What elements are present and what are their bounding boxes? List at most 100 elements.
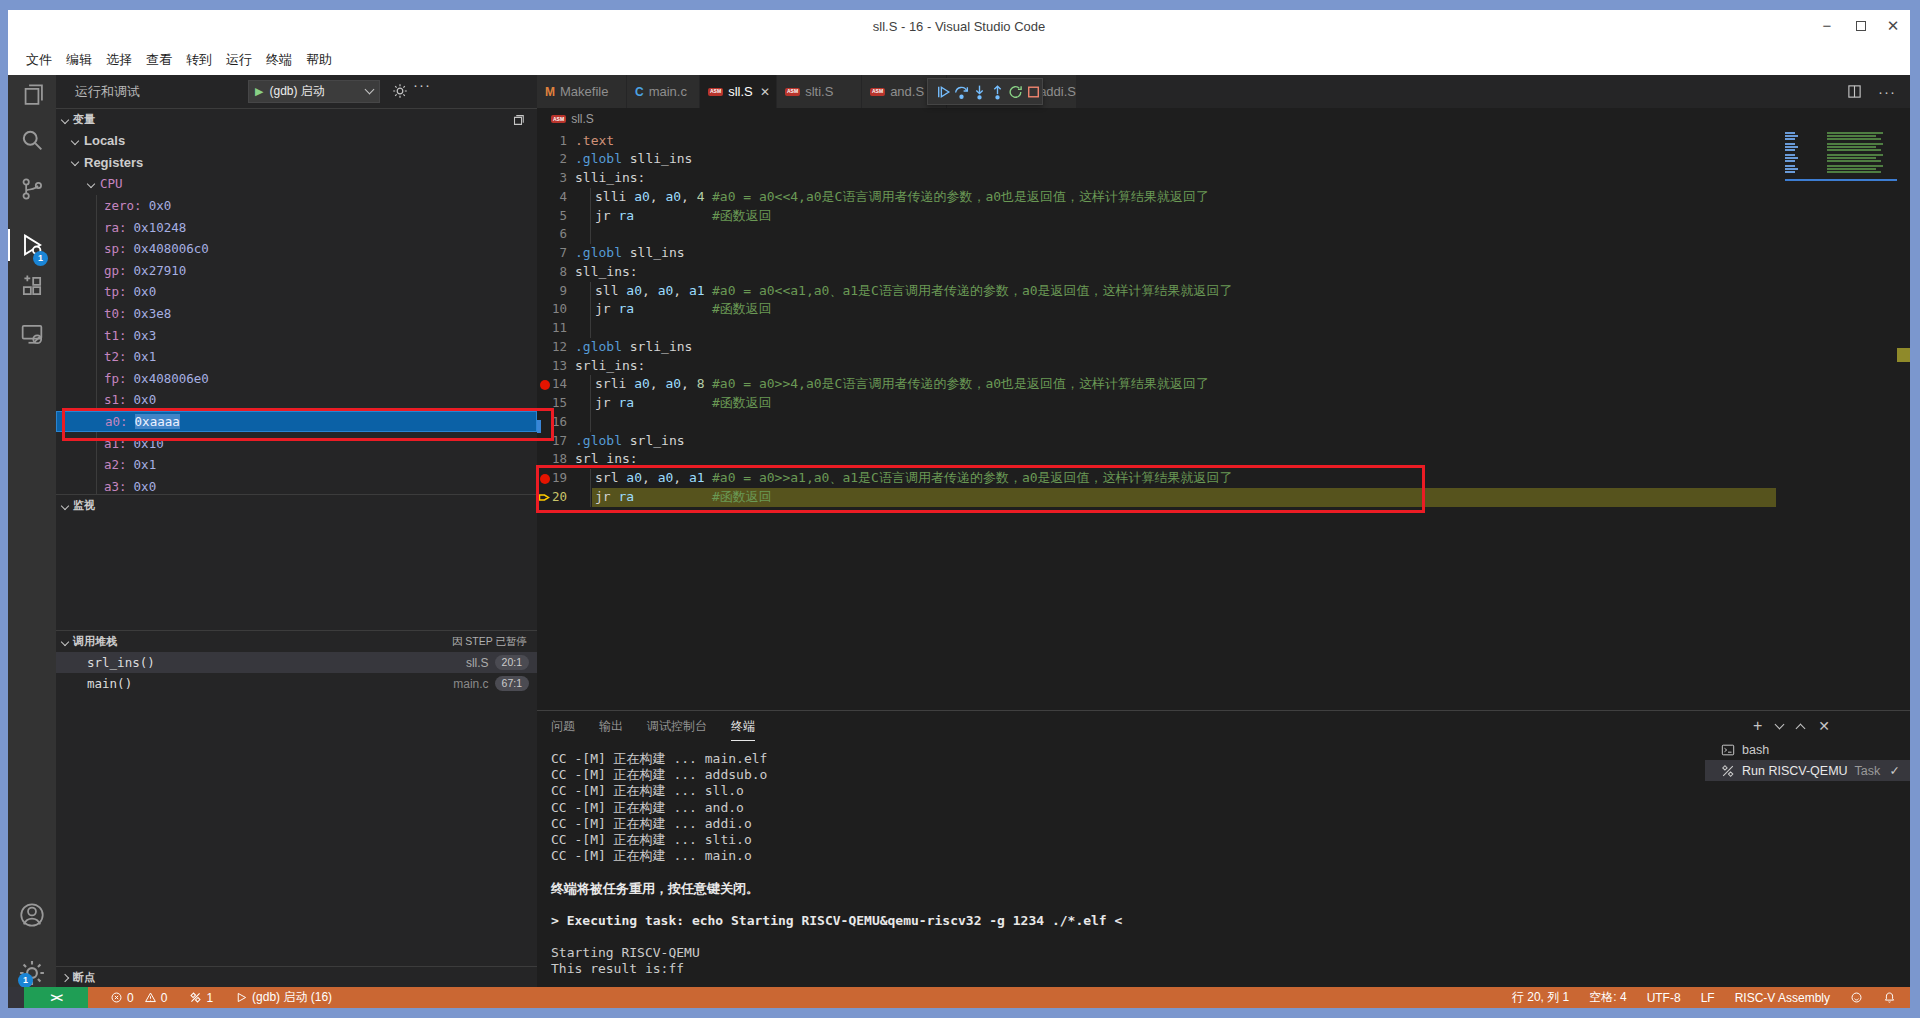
remote-indicator[interactable]: ><: [24, 987, 88, 1008]
continue-button[interactable]: [935, 83, 952, 101]
panel-tab-调试控制台[interactable]: 调试控制台: [647, 711, 707, 741]
eol-status[interactable]: LF: [1701, 991, 1715, 1005]
code-line-14[interactable]: 14srli a0, a0, 8#a0 = a0>>4,a0是C语言调用者传递的…: [537, 375, 1910, 394]
register-t1[interactable]: t1:0x3: [56, 324, 537, 346]
explorer-icon[interactable]: [18, 80, 46, 108]
stack-frame-srl_ins[interactable]: srl_ins()sll.S20:1: [56, 652, 537, 673]
terminal-output[interactable]: CC -[M] 正在构建 ... main.elfCC -[M] 正在构建 ..…: [551, 751, 1122, 978]
code-line-9[interactable]: 9sll a0, a0, a1#a0 = a0<<a1,a0、a1是C语言调用者…: [537, 282, 1910, 301]
register-a3[interactable]: a3:0x0: [56, 476, 537, 494]
more-actions-icon[interactable]: ···: [1878, 83, 1896, 100]
cursor-position[interactable]: 行 20, 列 1: [1512, 989, 1569, 1006]
search-icon[interactable]: [18, 126, 46, 154]
language-mode[interactable]: RISC-V Assembly: [1735, 991, 1830, 1005]
register-zero[interactable]: zero:0x0: [56, 195, 537, 217]
register-sp[interactable]: sp:0x408006c0: [56, 238, 537, 260]
close-panel-icon[interactable]: ✕: [1818, 718, 1830, 734]
register-gp[interactable]: gp:0x27910: [56, 260, 537, 282]
close-icon[interactable]: ✕: [760, 85, 770, 99]
code-line-1[interactable]: 1.text: [537, 132, 1910, 151]
menu-item[interactable]: 终端: [259, 51, 299, 69]
code-line-17[interactable]: 17.globl srl_ins: [537, 432, 1910, 451]
more-actions-icon[interactable]: ···: [413, 76, 431, 93]
feedback-icon[interactable]: [1850, 991, 1863, 1004]
chevron-down-icon[interactable]: [1775, 719, 1785, 729]
register-t0[interactable]: t0:0x3e8: [56, 303, 537, 325]
step-over-button[interactable]: [953, 83, 970, 101]
code-line-12[interactable]: 12.globl srli_ins: [537, 338, 1910, 357]
maximize-panel-icon[interactable]: [1796, 723, 1806, 733]
stop-button[interactable]: [1025, 83, 1042, 101]
account-icon[interactable]: [18, 901, 46, 929]
register-a2[interactable]: a2:0x1: [56, 454, 537, 476]
debug-status[interactable]: (gdb) 启动 (16): [235, 989, 332, 1006]
terminal-list-item-bash[interactable]: bash: [1705, 739, 1910, 760]
indentation-status[interactable]: 空格: 4: [1589, 989, 1626, 1006]
launch-config-dropdown[interactable]: ▶ (gdb) 启动: [248, 80, 380, 103]
step-out-button[interactable]: [989, 83, 1006, 101]
source-control-icon[interactable]: [18, 175, 46, 203]
encoding-status[interactable]: UTF-8: [1647, 991, 1681, 1005]
panel-tab-问题[interactable]: 问题: [551, 711, 575, 741]
menu-item[interactable]: 文件: [19, 51, 59, 69]
split-editor-icon[interactable]: [1847, 84, 1862, 99]
terminal-list-item-Run RISCV-QEMU[interactable]: Run RISCV-QEMUTask✓: [1705, 760, 1910, 781]
remote-explorer-icon[interactable]: [18, 320, 46, 348]
maximize-button[interactable]: [1846, 10, 1876, 44]
problems-status[interactable]: 0 0: [110, 991, 167, 1005]
breadcrumb[interactable]: ASM sll.S: [537, 108, 1910, 130]
tasks-status[interactable]: 1: [189, 991, 213, 1005]
code-line-6[interactable]: 6: [537, 225, 1910, 244]
notifications-bell-icon[interactable]: [1883, 991, 1896, 1004]
tab-Makefile[interactable]: MMakefile: [537, 75, 627, 108]
minimize-button[interactable]: −: [1812, 10, 1842, 44]
register-fp[interactable]: fp:0x408006e0: [56, 368, 537, 390]
variables-section-header[interactable]: 变量: [56, 108, 537, 130]
menu-item[interactable]: 帮助: [299, 51, 339, 69]
code-line-15[interactable]: 15jr ra#函数返回: [537, 394, 1910, 413]
code-line-11[interactable]: 11: [537, 319, 1910, 338]
panel-tab-终端[interactable]: 终端: [731, 711, 755, 741]
menu-item[interactable]: 运行: [219, 51, 259, 69]
tab-main.c[interactable]: Cmain.c: [627, 75, 700, 108]
panel-tab-输出[interactable]: 输出: [599, 711, 623, 741]
collapse-all-icon[interactable]: [511, 113, 525, 127]
menu-item[interactable]: 查看: [139, 51, 179, 69]
code-line-4[interactable]: 4slli a0, a0, 4#a0 = a0<<4,a0是C语言调用者传递的参…: [537, 188, 1910, 207]
register-t2[interactable]: t2:0x1: [56, 346, 537, 368]
scope-Registers[interactable]: Registers: [56, 152, 537, 174]
launch-config-label: (gdb) 启动: [269, 83, 366, 100]
stack-frame-main[interactable]: main()main.c67:1: [56, 673, 537, 694]
extensions-icon[interactable]: [18, 272, 46, 300]
menu-item[interactable]: 转到: [179, 51, 219, 69]
new-terminal-icon[interactable]: +: [1753, 717, 1762, 735]
close-button[interactable]: ✕: [1878, 10, 1908, 44]
menu-item[interactable]: 编辑: [59, 51, 99, 69]
restart-button[interactable]: [1007, 83, 1024, 101]
scope-Locals[interactable]: Locals: [56, 130, 537, 152]
code-line-16[interactable]: 16: [537, 413, 1910, 432]
code-line-3[interactable]: 3slli_ins:: [537, 169, 1910, 188]
code-line-5[interactable]: 5jr ra#函数返回: [537, 207, 1910, 226]
register-ra[interactable]: ra:0x10248: [56, 216, 537, 238]
code-line-2[interactable]: 2.globl slli_ins: [537, 150, 1910, 169]
tab-slti.S[interactable]: ASMslti.S: [777, 75, 862, 108]
code-line-13[interactable]: 13srli_ins:: [537, 357, 1910, 376]
minimap[interactable]: [1785, 132, 1897, 184]
code-line-8[interactable]: 8sll_ins:: [537, 263, 1910, 282]
code-editor[interactable]: 1.text2.globl slli_ins3slli_ins:4slli a0…: [537, 130, 1910, 710]
callstack-section-header[interactable]: 调用堆栈 因 STEP 已暂停: [56, 630, 537, 652]
debug-settings-gear-icon[interactable]: [392, 83, 408, 99]
register-tp[interactable]: tp:0x0: [56, 281, 537, 303]
launch-play-icon[interactable]: ▶: [255, 85, 263, 98]
scope-cpu[interactable]: CPU: [56, 173, 537, 195]
tab-sll.S[interactable]: ASMsll.S✕: [700, 75, 777, 108]
watch-section-header[interactable]: 监视: [56, 494, 537, 516]
code-line-7[interactable]: 7.globl sll_ins: [537, 244, 1910, 263]
step-into-button[interactable]: [971, 83, 988, 101]
menu-item[interactable]: 选择: [99, 51, 139, 69]
settings-gear-icon[interactable]: 1: [18, 959, 46, 987]
breakpoints-section-header[interactable]: 断点: [56, 966, 537, 988]
code-line-10[interactable]: 10jr ra#函数返回: [537, 300, 1910, 319]
run-debug-icon[interactable]: 1: [18, 231, 46, 259]
